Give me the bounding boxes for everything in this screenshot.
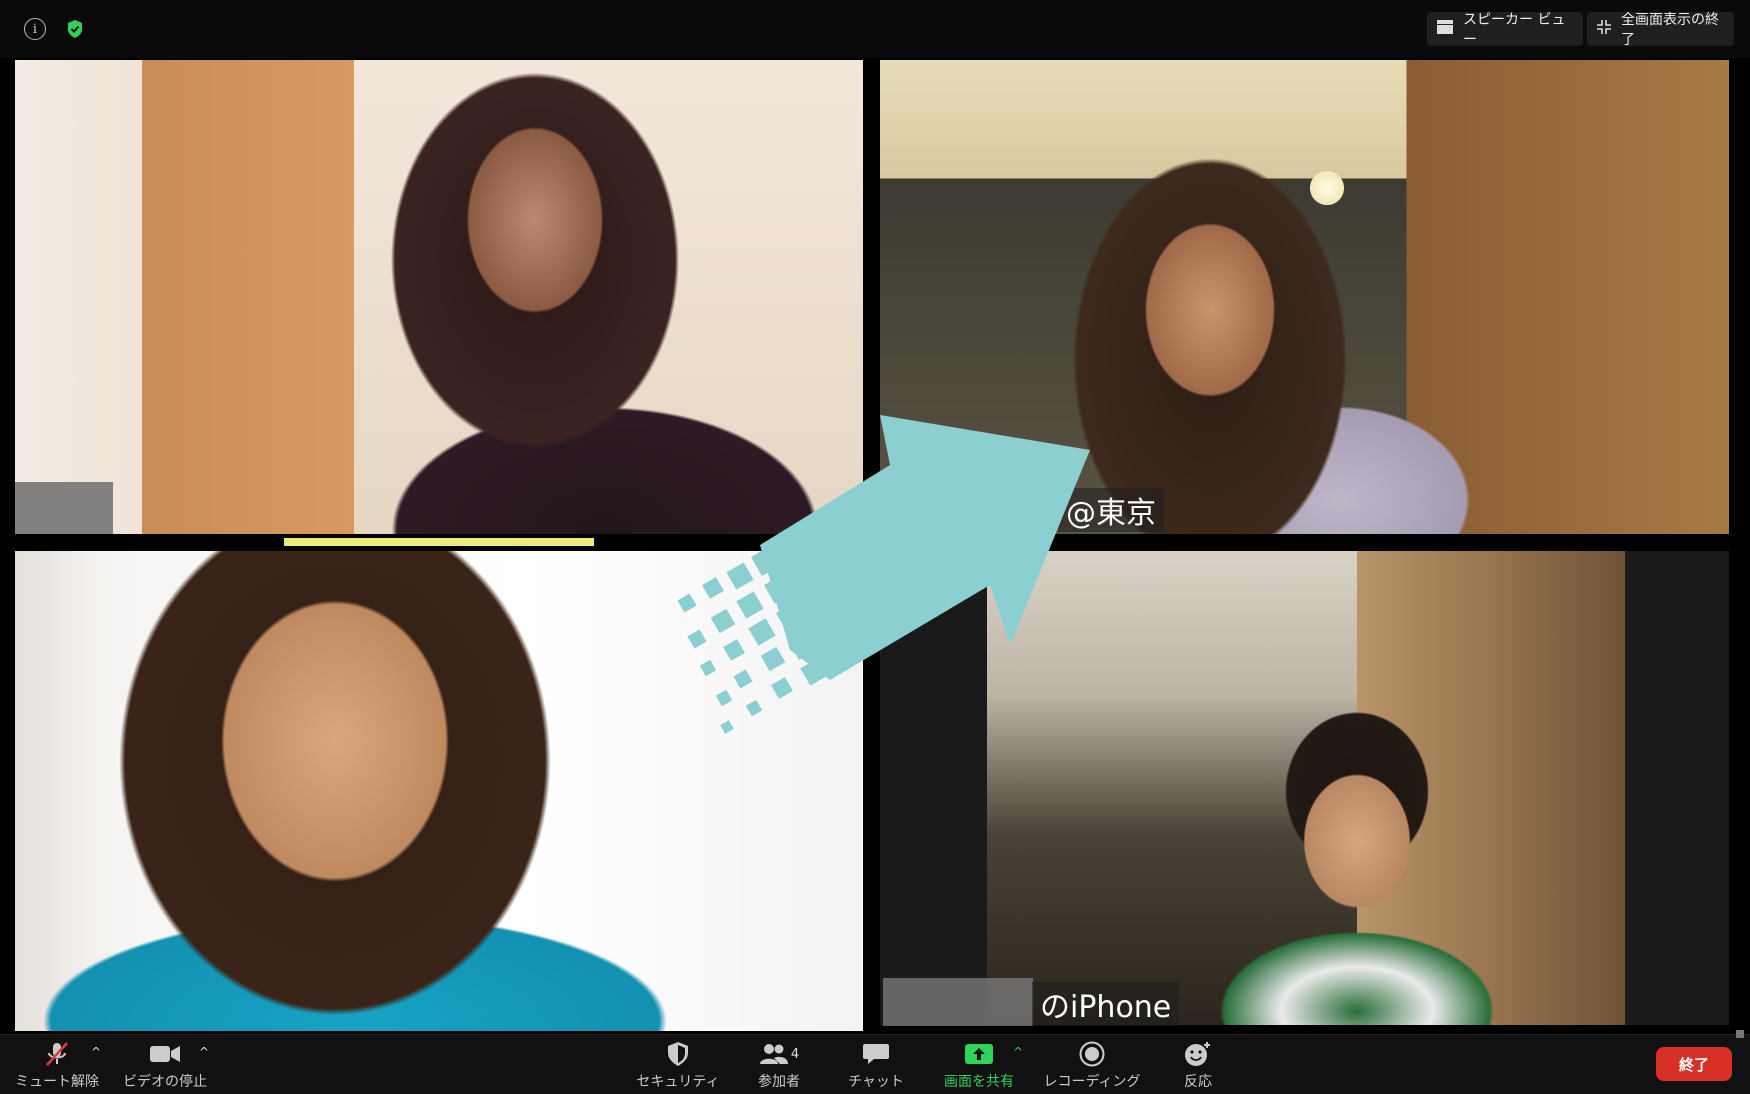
participant-name-tag [15, 482, 113, 534]
meeting-controls-toolbar: ミュート解除 ^ ビデオの停止 ^ セキュリティ 4 参加者 チャット 画面を共… [0, 1034, 1750, 1094]
info-icon[interactable]: i [24, 18, 46, 40]
speaker-view-label: スピーカー ビュー [1463, 12, 1566, 48]
meeting-top-bar: i スピーカー ビュー 全画面表示の終了 [0, 0, 1750, 58]
video-tile-participant-3[interactable] [15, 551, 863, 1031]
chat-button[interactable]: チャット [846, 1039, 906, 1093]
security-label: セキュリティ [636, 1074, 720, 1090]
participants-button[interactable]: 4 参加者 [752, 1039, 806, 1093]
participant-name-tag: のiPhone [1032, 982, 1180, 1026]
reactions-label: 反応 [1184, 1074, 1212, 1090]
end-meeting-button[interactable]: 終了 [1656, 1047, 1732, 1081]
microphone-muted-icon [43, 1039, 71, 1069]
video-camera-icon [149, 1039, 181, 1069]
shield-check-icon[interactable] [64, 18, 86, 40]
stop-video-button[interactable]: ビデオの停止 [123, 1039, 207, 1093]
record-button[interactable]: レコーディング [1043, 1039, 1141, 1093]
video-tile-participant-4[interactable] [880, 551, 1729, 1025]
record-icon [1079, 1039, 1105, 1069]
share-screen-button[interactable]: 画面を共有 [944, 1039, 1014, 1093]
security-button[interactable]: セキュリティ [636, 1039, 720, 1093]
share-screen-icon [964, 1039, 994, 1069]
chat-label: チャット [848, 1074, 904, 1090]
unmute-label: ミュート解除 [15, 1074, 99, 1090]
video-feed [987, 551, 1625, 1025]
participant-name-tag-blank [883, 978, 1033, 1026]
resize-handle[interactable] [1736, 1030, 1744, 1038]
video-options-caret-icon[interactable]: ^ [199, 1045, 209, 1059]
speaker-view-button[interactable]: スピーカー ビュー [1427, 12, 1583, 48]
participants-label: 参加者 [758, 1074, 800, 1090]
active-speaker-indicator [284, 538, 594, 546]
exit-fullscreen-button[interactable]: 全画面表示の終了 [1587, 12, 1734, 48]
reactions-button[interactable]: 反応 [1178, 1039, 1218, 1093]
grid-icon [1437, 20, 1453, 38]
share-options-caret-icon[interactable]: ^ [1013, 1045, 1023, 1059]
record-label: レコーディング [1043, 1074, 1141, 1090]
chat-bubble-icon [862, 1039, 890, 1069]
participant-name-tag: @東京 [1058, 488, 1164, 532]
stop-video-label: ビデオの停止 [123, 1074, 207, 1090]
video-tile-participant-1[interactable] [15, 60, 863, 534]
shield-icon [666, 1039, 690, 1069]
video-tile-participant-2[interactable] [880, 60, 1729, 534]
unmute-button[interactable]: ミュート解除 [14, 1039, 100, 1093]
audio-options-caret-icon[interactable]: ^ [91, 1045, 101, 1059]
share-screen-label: 画面を共有 [944, 1074, 1014, 1090]
smiley-add-icon [1184, 1039, 1212, 1069]
participants-icon [759, 1044, 788, 1064]
exit-fullscreen-label: 全画面表示の終了 [1621, 12, 1719, 48]
participants-icon-group: 4 [759, 1039, 799, 1069]
exit-fullscreen-icon [1597, 20, 1611, 38]
participants-count: 4 [790, 1046, 800, 1062]
